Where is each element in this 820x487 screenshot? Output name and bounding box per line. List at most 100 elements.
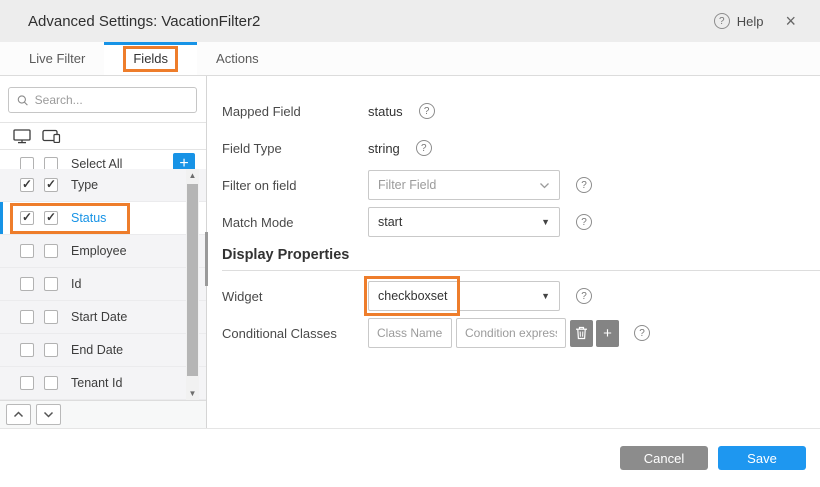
search-input[interactable]	[35, 93, 188, 107]
desktop-checkbox[interactable]: ✓	[20, 343, 34, 357]
help-label: Help	[737, 14, 764, 29]
field-label: Start Date	[71, 310, 127, 324]
scrollbar-thumb[interactable]	[187, 184, 198, 376]
field-label: Tenant Id	[71, 376, 122, 390]
help-icon[interactable]: ?	[576, 177, 592, 193]
help-icon[interactable]: ?	[419, 103, 435, 119]
search-icon	[17, 94, 29, 107]
tablet-icon[interactable]	[42, 129, 61, 143]
match-mode-value: start	[378, 215, 541, 229]
fields-tab-annotation: Fields	[123, 46, 178, 72]
field-type-row: Field Type string ?	[222, 133, 820, 163]
desktop-checkbox[interactable]: ✓	[20, 178, 34, 192]
check-icon: ✓	[22, 211, 32, 223]
help-icon[interactable]: ?	[416, 140, 432, 156]
check-icon: ✓	[46, 211, 56, 223]
tab-fields[interactable]: Fields	[104, 42, 197, 75]
save-button[interactable]: Save	[718, 446, 806, 470]
tab-actions[interactable]: Actions	[197, 42, 278, 75]
dropdown-arrow-icon: ▼	[541, 217, 550, 227]
help-icon[interactable]: ?	[714, 13, 730, 29]
move-field-down-button[interactable]	[36, 404, 61, 425]
help-icon[interactable]: ?	[634, 325, 650, 341]
help-icon-glyph: ?	[581, 291, 587, 302]
widget-select[interactable]: checkboxset ▼	[368, 281, 560, 311]
field-list: ✓ ✓ Type ✓ ✓ Status ✓ ✓ Employee ✓	[0, 169, 206, 400]
desktop-checkbox[interactable]: ✓	[20, 211, 34, 225]
mobile-checkbox[interactable]: ✓	[44, 277, 58, 291]
field-row-status[interactable]: ✓ ✓ Status	[0, 202, 206, 235]
dialog-title: Advanced Settings: VacationFilter2	[28, 13, 260, 30]
conditional-classes-row: Conditional Classes + ?	[222, 318, 820, 348]
filter-on-field-row: Filter on field Filter Field ?	[222, 170, 820, 200]
help-icon[interactable]: ?	[576, 214, 592, 230]
help-button[interactable]: ? Help	[714, 13, 764, 29]
mobile-checkbox[interactable]: ✓	[44, 310, 58, 324]
desktop-checkbox[interactable]: ✓	[20, 376, 34, 390]
tab-live-filter-label: Live Filter	[29, 51, 85, 66]
device-columns-row	[0, 123, 206, 150]
field-row-tenant-id[interactable]: ✓ ✓ Tenant Id	[0, 367, 206, 400]
reorder-strip	[0, 400, 206, 428]
cancel-button[interactable]: Cancel	[620, 446, 708, 470]
condition-expression-input[interactable]	[456, 318, 566, 348]
tab-live-filter[interactable]: Live Filter	[10, 42, 104, 75]
scroll-up-icon[interactable]: ▲	[186, 169, 199, 182]
widget-label: Widget	[222, 289, 368, 304]
dialog-footer: Cancel Save	[0, 428, 820, 487]
filter-field-select[interactable]: Filter Field	[368, 170, 560, 200]
field-settings-panel: Mapped Field status ? Field Type string …	[207, 76, 820, 428]
field-row-id[interactable]: ✓ ✓ Id	[0, 268, 206, 301]
mobile-checkbox[interactable]: ✓	[44, 178, 58, 192]
filter-on-field-label: Filter on field	[222, 178, 368, 193]
field-row-start-date[interactable]: ✓ ✓ Start Date	[0, 301, 206, 334]
conditional-classes-label: Conditional Classes	[222, 326, 368, 341]
mapped-field-row: Mapped Field status ?	[222, 96, 820, 126]
field-row-end-date[interactable]: ✓ ✓ End Date	[0, 334, 206, 367]
mobile-checkbox[interactable]: ✓	[44, 244, 58, 258]
dialog-body: ✓ ✓ Select All + ✓ ✓ Type ✓ ✓ Status	[0, 76, 820, 428]
check-icon: ✓	[22, 178, 32, 190]
help-icon-glyph: ?	[639, 328, 645, 339]
fields-sidebar: ✓ ✓ Select All + ✓ ✓ Type ✓ ✓ Status	[0, 76, 207, 428]
field-list-scrollbar[interactable]: ▲ ▼	[186, 169, 199, 400]
match-mode-label: Match Mode	[222, 215, 368, 230]
field-label: Id	[71, 277, 81, 291]
panel-splitter-handle[interactable]	[205, 232, 208, 286]
field-type-label: Field Type	[222, 141, 368, 156]
field-type-value: string	[368, 141, 400, 156]
scroll-down-icon[interactable]: ▼	[186, 387, 199, 400]
mobile-checkbox[interactable]: ✓	[44, 343, 58, 357]
class-name-input[interactable]	[368, 318, 452, 348]
desktop-icon[interactable]	[13, 129, 31, 144]
trash-icon	[575, 326, 588, 340]
chevron-up-icon	[13, 411, 24, 418]
display-properties-heading: Display Properties	[222, 247, 820, 271]
advanced-settings-dialog: Advanced Settings: VacationFilter2 ? Hel…	[0, 0, 820, 487]
add-condition-button[interactable]: +	[596, 320, 619, 347]
help-icon-glyph: ?	[421, 143, 427, 154]
field-row-employee[interactable]: ✓ ✓ Employee	[0, 235, 206, 268]
match-mode-row: Match Mode start ▼ ?	[222, 207, 820, 237]
help-icon[interactable]: ?	[576, 288, 592, 304]
help-icon-glyph: ?	[719, 16, 725, 27]
field-row-type[interactable]: ✓ ✓ Type	[0, 169, 206, 202]
field-label: End Date	[71, 343, 123, 357]
desktop-checkbox[interactable]: ✓	[20, 277, 34, 291]
desktop-checkbox[interactable]: ✓	[20, 244, 34, 258]
delete-condition-button[interactable]	[570, 320, 593, 347]
check-icon: ✓	[46, 178, 56, 190]
mobile-checkbox[interactable]: ✓	[44, 376, 58, 390]
widget-row: Widget checkboxset ▼ ?	[222, 281, 820, 311]
help-icon-glyph: ?	[424, 106, 430, 117]
move-field-up-button[interactable]	[6, 404, 31, 425]
tab-fields-label: Fields	[133, 51, 168, 66]
field-label: Employee	[71, 244, 127, 258]
mapped-field-label: Mapped Field	[222, 104, 368, 119]
close-icon[interactable]: ×	[785, 12, 796, 30]
desktop-checkbox[interactable]: ✓	[20, 310, 34, 324]
search-box[interactable]	[8, 87, 197, 113]
mobile-checkbox[interactable]: ✓	[44, 211, 58, 225]
filter-field-placeholder: Filter Field	[378, 178, 539, 192]
match-mode-select[interactable]: start ▼	[368, 207, 560, 237]
